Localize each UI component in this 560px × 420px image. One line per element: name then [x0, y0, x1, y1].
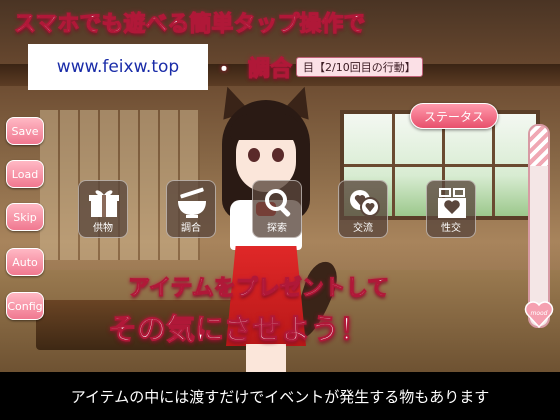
mood-label: mood	[530, 310, 548, 317]
load-button[interactable]: Load	[6, 160, 44, 188]
turn-text: 【2/10回目の行動】	[314, 61, 416, 74]
promo-middle-caption-1: アイテムをプレゼントして	[127, 276, 390, 302]
action-header: ・ 調合 目【2/10回目の行動】	[214, 54, 423, 83]
turn-counter: 目【2/10回目の行動】	[296, 57, 423, 77]
game-scene: スマホでも遊べる簡単タップ操作で ・ 調合 目【2/10回目の行動】 www.f…	[0, 0, 560, 372]
magnifier-icon	[265, 189, 291, 217]
mood-meter	[528, 124, 550, 328]
action-title: 調合	[247, 57, 293, 83]
promo-middle-caption-2: その気にさせよう！	[107, 312, 369, 347]
config-button[interactable]: Config	[6, 292, 44, 320]
action-label: 探索	[267, 223, 287, 234]
status-button[interactable]: ステータス	[410, 103, 498, 129]
gift-icon	[89, 190, 119, 217]
action-interact[interactable]: 交流	[338, 180, 388, 238]
action-label: 性交	[441, 223, 461, 234]
title-suffix: 目	[303, 61, 315, 74]
meter-stripe	[530, 126, 548, 166]
action-compound[interactable]: 調合	[166, 180, 216, 238]
auto-button[interactable]: Auto	[6, 248, 44, 276]
action-label: 調合	[181, 223, 201, 234]
title-separator: ・	[214, 56, 234, 81]
action-label: 交流	[353, 223, 373, 234]
promo-top-caption: スマホでも遊べる簡単タップ操作で	[13, 12, 366, 38]
chat-hearts-icon	[350, 190, 380, 217]
mood-heart-icon: mood	[524, 300, 554, 329]
message-text: アイテムの中には渡すだけでイベントが発生する物もあります	[70, 387, 490, 406]
heart-bed-icon	[438, 188, 466, 218]
watermark-text: www.feixw.top	[56, 57, 180, 77]
watermark: www.feixw.top	[28, 44, 208, 90]
mortar-bowl-icon	[178, 187, 206, 218]
action-intimacy[interactable]: 性交	[426, 180, 476, 238]
save-button[interactable]: Save	[6, 117, 44, 145]
message-bar[interactable]: アイテムの中には渡すだけでイベントが発生する物もあります	[0, 372, 560, 420]
action-offering[interactable]: 供物	[78, 180, 128, 238]
skip-button[interactable]: Skip	[6, 203, 44, 231]
action-explore[interactable]: 探索	[252, 180, 302, 238]
action-label: 供物	[93, 223, 113, 234]
